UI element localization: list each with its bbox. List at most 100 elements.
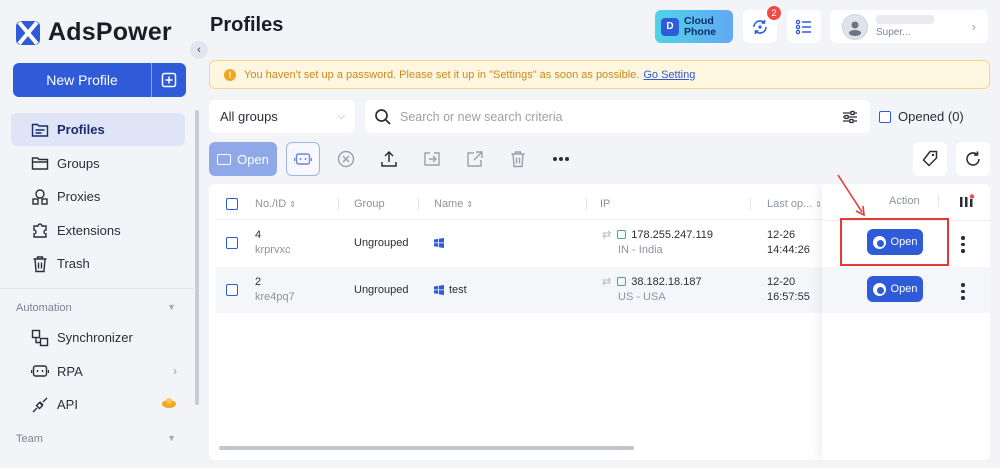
warning-text: You haven't set up a password. Please se… (244, 68, 640, 81)
sidebar-item-trash[interactable]: Trash (11, 247, 185, 280)
sidebar-nav: Profiles Groups Proxies Extensions Trash (11, 113, 185, 281)
more-actions-button[interactable] (544, 142, 578, 176)
column-header-no-id[interactable]: No./ID ⇕ (255, 188, 296, 220)
column-separator (418, 198, 419, 210)
column-header-ip: IP (600, 188, 610, 220)
trash-icon (31, 255, 49, 273)
sync-notifications-button[interactable]: 2 (743, 6, 781, 43)
cloud-phone-line2: Phone (684, 25, 717, 38)
page-title: Profiles (210, 14, 284, 36)
group-filter-select[interactable]: All groups ⌵ (209, 100, 355, 133)
go-setting-link[interactable]: Go Setting (643, 69, 695, 81)
sidebar-item-extensions[interactable]: Extensions (11, 214, 185, 247)
cloud-phone-icon: D (661, 17, 679, 36)
row-checkbox[interactable] (226, 267, 238, 313)
tag-icon (922, 150, 938, 167)
row-more-menu[interactable] (957, 236, 969, 253)
app-logo-text: AdsPower (48, 18, 172, 46)
column-header-group: Group (354, 188, 385, 220)
automation-section-title[interactable]: Automation ▼ (16, 302, 176, 314)
avatar (842, 13, 868, 40)
windows-icon (434, 285, 444, 295)
cloud-phone-button[interactable]: D Cloud Phone (655, 10, 733, 43)
move-to-group-button[interactable] (415, 142, 449, 176)
team-section-title[interactable]: Team ▼ (16, 433, 176, 445)
ip-status-icon (617, 277, 627, 286)
upload-button[interactable] (372, 142, 406, 176)
search-input[interactable] (400, 109, 842, 124)
opened-filter-label: Opened (0) (898, 109, 964, 124)
column-label: Last op... (767, 198, 813, 210)
team-title-text: Team (16, 433, 43, 445)
sidebar-item-rpa[interactable]: RPA › (11, 355, 185, 388)
delete-button[interactable] (501, 142, 535, 176)
new-profile-button[interactable]: New Profile (13, 63, 186, 97)
sidebar-item-groups[interactable]: Groups (11, 147, 185, 180)
profile-number: 4 (255, 229, 262, 241)
sidebar-item-api[interactable]: API (11, 388, 185, 421)
app-logo[interactable]: AdsPower (16, 18, 172, 47)
tag-button[interactable] (913, 142, 947, 176)
user-menu[interactable]: Super... › (830, 10, 988, 43)
filter-settings-icon[interactable] (842, 110, 858, 124)
open-profile-button[interactable]: Open (867, 276, 923, 302)
profile-toolbar: Open (209, 142, 578, 176)
column-separator (338, 198, 339, 210)
refresh-button[interactable] (956, 142, 990, 176)
scrollbar-thumb[interactable] (219, 446, 634, 450)
cell-last-opened: 12-20 16:57:55 (767, 267, 810, 313)
sidebar-item-proxies[interactable]: Proxies (11, 180, 185, 213)
trash-icon (511, 151, 525, 168)
folder-icon (31, 154, 49, 172)
ip-address: 38.182.18.187 (631, 276, 702, 288)
bulk-rpa-button[interactable] (286, 142, 320, 176)
column-separator (938, 195, 939, 207)
row-checkbox[interactable] (226, 220, 238, 266)
column-settings-icon (960, 194, 975, 207)
bulk-close-button[interactable] (329, 142, 363, 176)
sidebar-divider (0, 288, 193, 289)
column-settings-button[interactable] (959, 194, 975, 213)
chevron-right-icon: › (971, 19, 976, 34)
sort-icon: ⇕ (815, 199, 822, 209)
windows-icon (434, 238, 444, 248)
adspower-logo-icon (16, 20, 40, 45)
column-label: Name (434, 198, 464, 210)
sidebar-scrollbar[interactable] (195, 110, 199, 405)
column-header-name[interactable]: Name ⇕ (434, 188, 473, 220)
sidebar-item-label: Trash (57, 256, 90, 271)
sidebar-item-label: Proxies (57, 189, 101, 204)
api-promo-icon (161, 396, 177, 413)
annotation-highlight-box (840, 218, 949, 266)
opened-filter-checkbox[interactable]: Opened (0) (879, 109, 964, 124)
search-icon (375, 108, 391, 125)
move-icon (424, 152, 440, 166)
column-header-last-opened[interactable]: Last op... ⇕ (767, 188, 822, 220)
open-button-label: Open (890, 283, 918, 295)
sidebar-item-synchronizer[interactable]: Synchronizer (11, 321, 185, 354)
cell-no-id: 2 kre4pq7 (255, 267, 295, 313)
share-button[interactable] (458, 142, 492, 176)
task-list-button[interactable] (787, 10, 821, 43)
notification-badge: 2 (767, 6, 781, 20)
collapse-sidebar-button[interactable]: ‹ (190, 41, 208, 59)
automation-nav: Synchronizer RPA › API (11, 321, 185, 422)
column-separator (586, 198, 587, 210)
sort-icon: ⇕ (466, 199, 474, 209)
profiles-icon (31, 121, 49, 139)
sort-icon: ⇕ (289, 199, 296, 209)
cell-ip: ⇄ 38.182.18.187 US - USA (602, 267, 702, 313)
sidebar-item-label: API (57, 397, 78, 412)
profile-id: krprvxc (255, 244, 291, 256)
refresh-icon (966, 151, 980, 166)
last-opened-date: 12-26 (767, 229, 796, 241)
group-select-value: All groups (220, 109, 278, 124)
bulk-open-button[interactable]: Open (209, 142, 277, 176)
row-more-menu[interactable] (957, 283, 969, 300)
proxies-icon (31, 188, 49, 206)
table-horizontal-scrollbar[interactable] (219, 446, 639, 451)
import-profile-icon[interactable] (152, 63, 186, 97)
select-all-checkbox[interactable] (226, 188, 238, 220)
sidebar-item-profiles[interactable]: Profiles (11, 113, 185, 146)
robot-icon (294, 153, 312, 165)
